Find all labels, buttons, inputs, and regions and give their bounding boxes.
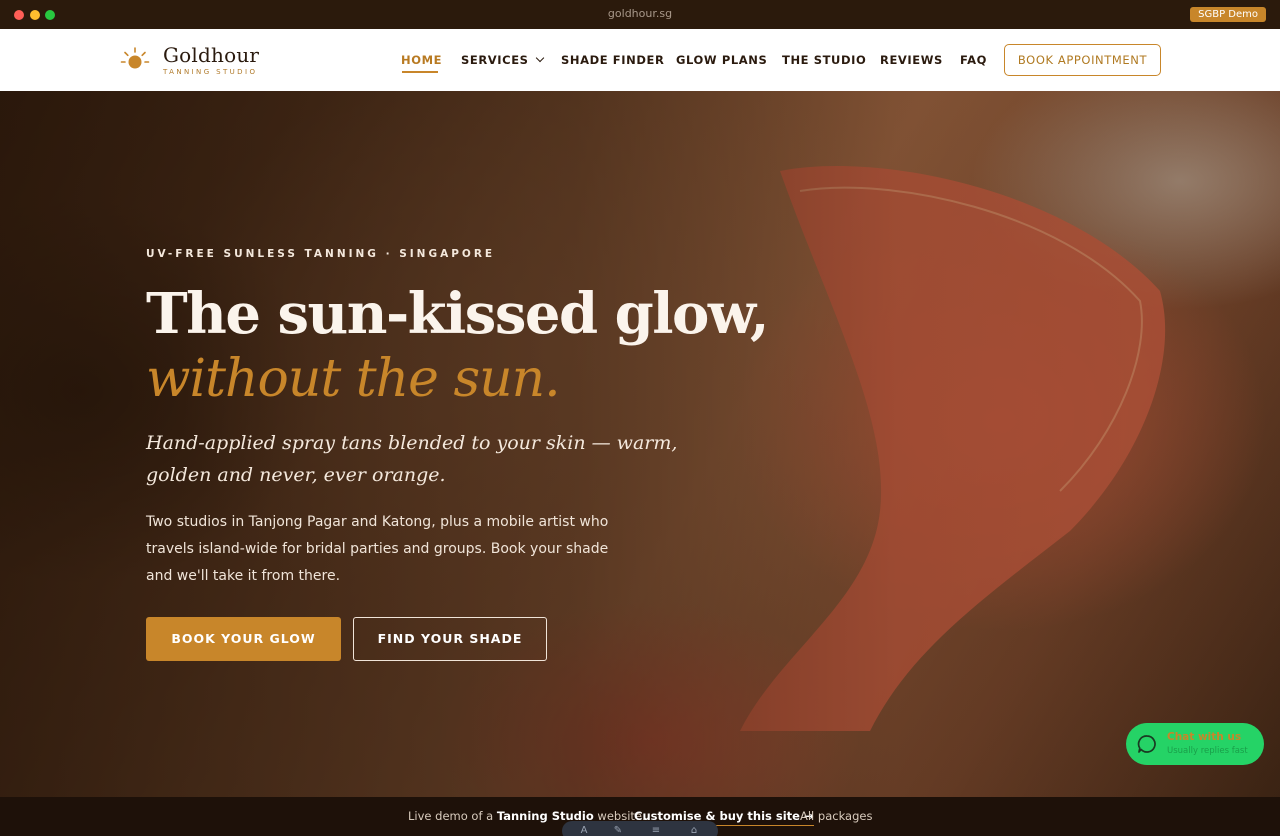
demo-bottom-bar: Live demo of a Tanning Studio website. C… [0,797,1280,836]
address-bar[interactable]: goldhour.sg [0,7,1280,20]
nav-faq[interactable]: FAQ [960,53,987,67]
nav-services[interactable]: SERVICES [461,53,544,67]
nav-services-label: SERVICES [461,53,529,67]
nav-shade-finder[interactable]: SHADE FINDER [561,53,664,67]
chat-bubble-icon [1137,735,1156,753]
browser-chrome: goldhour.sg SGBP Demo [0,0,1280,29]
logo-name[interactable]: Goldhour [163,43,259,67]
nav-glow-plans[interactable]: GLOW PLANS [676,53,767,67]
floating-toolbar: A ✎ ≡ ⌂ [562,821,718,836]
chevron-down-icon [535,53,544,63]
chat-widget-button[interactable]: Chat with us Usually replies fast [1126,723,1264,765]
hero-eyebrow: UV-FREE SUNLESS TANNING · SINGAPORE [146,248,496,260]
text-tool-icon[interactable]: A [578,825,590,836]
all-packages-link[interactable]: All packages [800,809,872,823]
hero-headline-line2: without the sun. [146,349,561,409]
chat-title: Chat with us [1167,731,1242,743]
hero-section: UV-FREE SUNLESS TANNING · SINGAPORE The … [0,91,1280,797]
nav-active-indicator [402,71,438,73]
demo-badge[interactable]: SGBP Demo [1190,7,1266,22]
logo-subtitle: TANNING STUDIO [163,68,258,76]
nav-the-studio[interactable]: THE STUDIO [782,53,866,67]
brush-tool-icon[interactable]: ✎ [612,825,624,836]
nav-home[interactable]: HOME [401,53,442,67]
site-header: Goldhour TANNING STUDIO HOME SERVICES SH… [0,29,1280,91]
hero-headline-line1: The sun-kissed glow, [146,281,770,347]
chat-subtitle: Usually replies fast [1167,746,1248,756]
demo-prefix: Live demo of a [408,809,497,823]
book-your-glow-button[interactable]: BOOK YOUR GLOW [146,617,341,661]
book-appointment-button[interactable]: BOOK APPOINTMENT [1004,44,1161,76]
sun-logo-icon[interactable] [120,45,150,75]
find-your-shade-button[interactable]: FIND YOUR SHADE [353,617,547,661]
menu-tool-icon[interactable]: ≡ [650,825,662,836]
hero-tagline: Hand-applied spray tans blended to your … [146,432,678,486]
home-tool-icon[interactable]: ⌂ [688,825,700,836]
nav-reviews[interactable]: REVIEWS [880,53,943,67]
hero-body-text: Two studios in Tanjong Pagar and Katong,… [146,514,609,584]
